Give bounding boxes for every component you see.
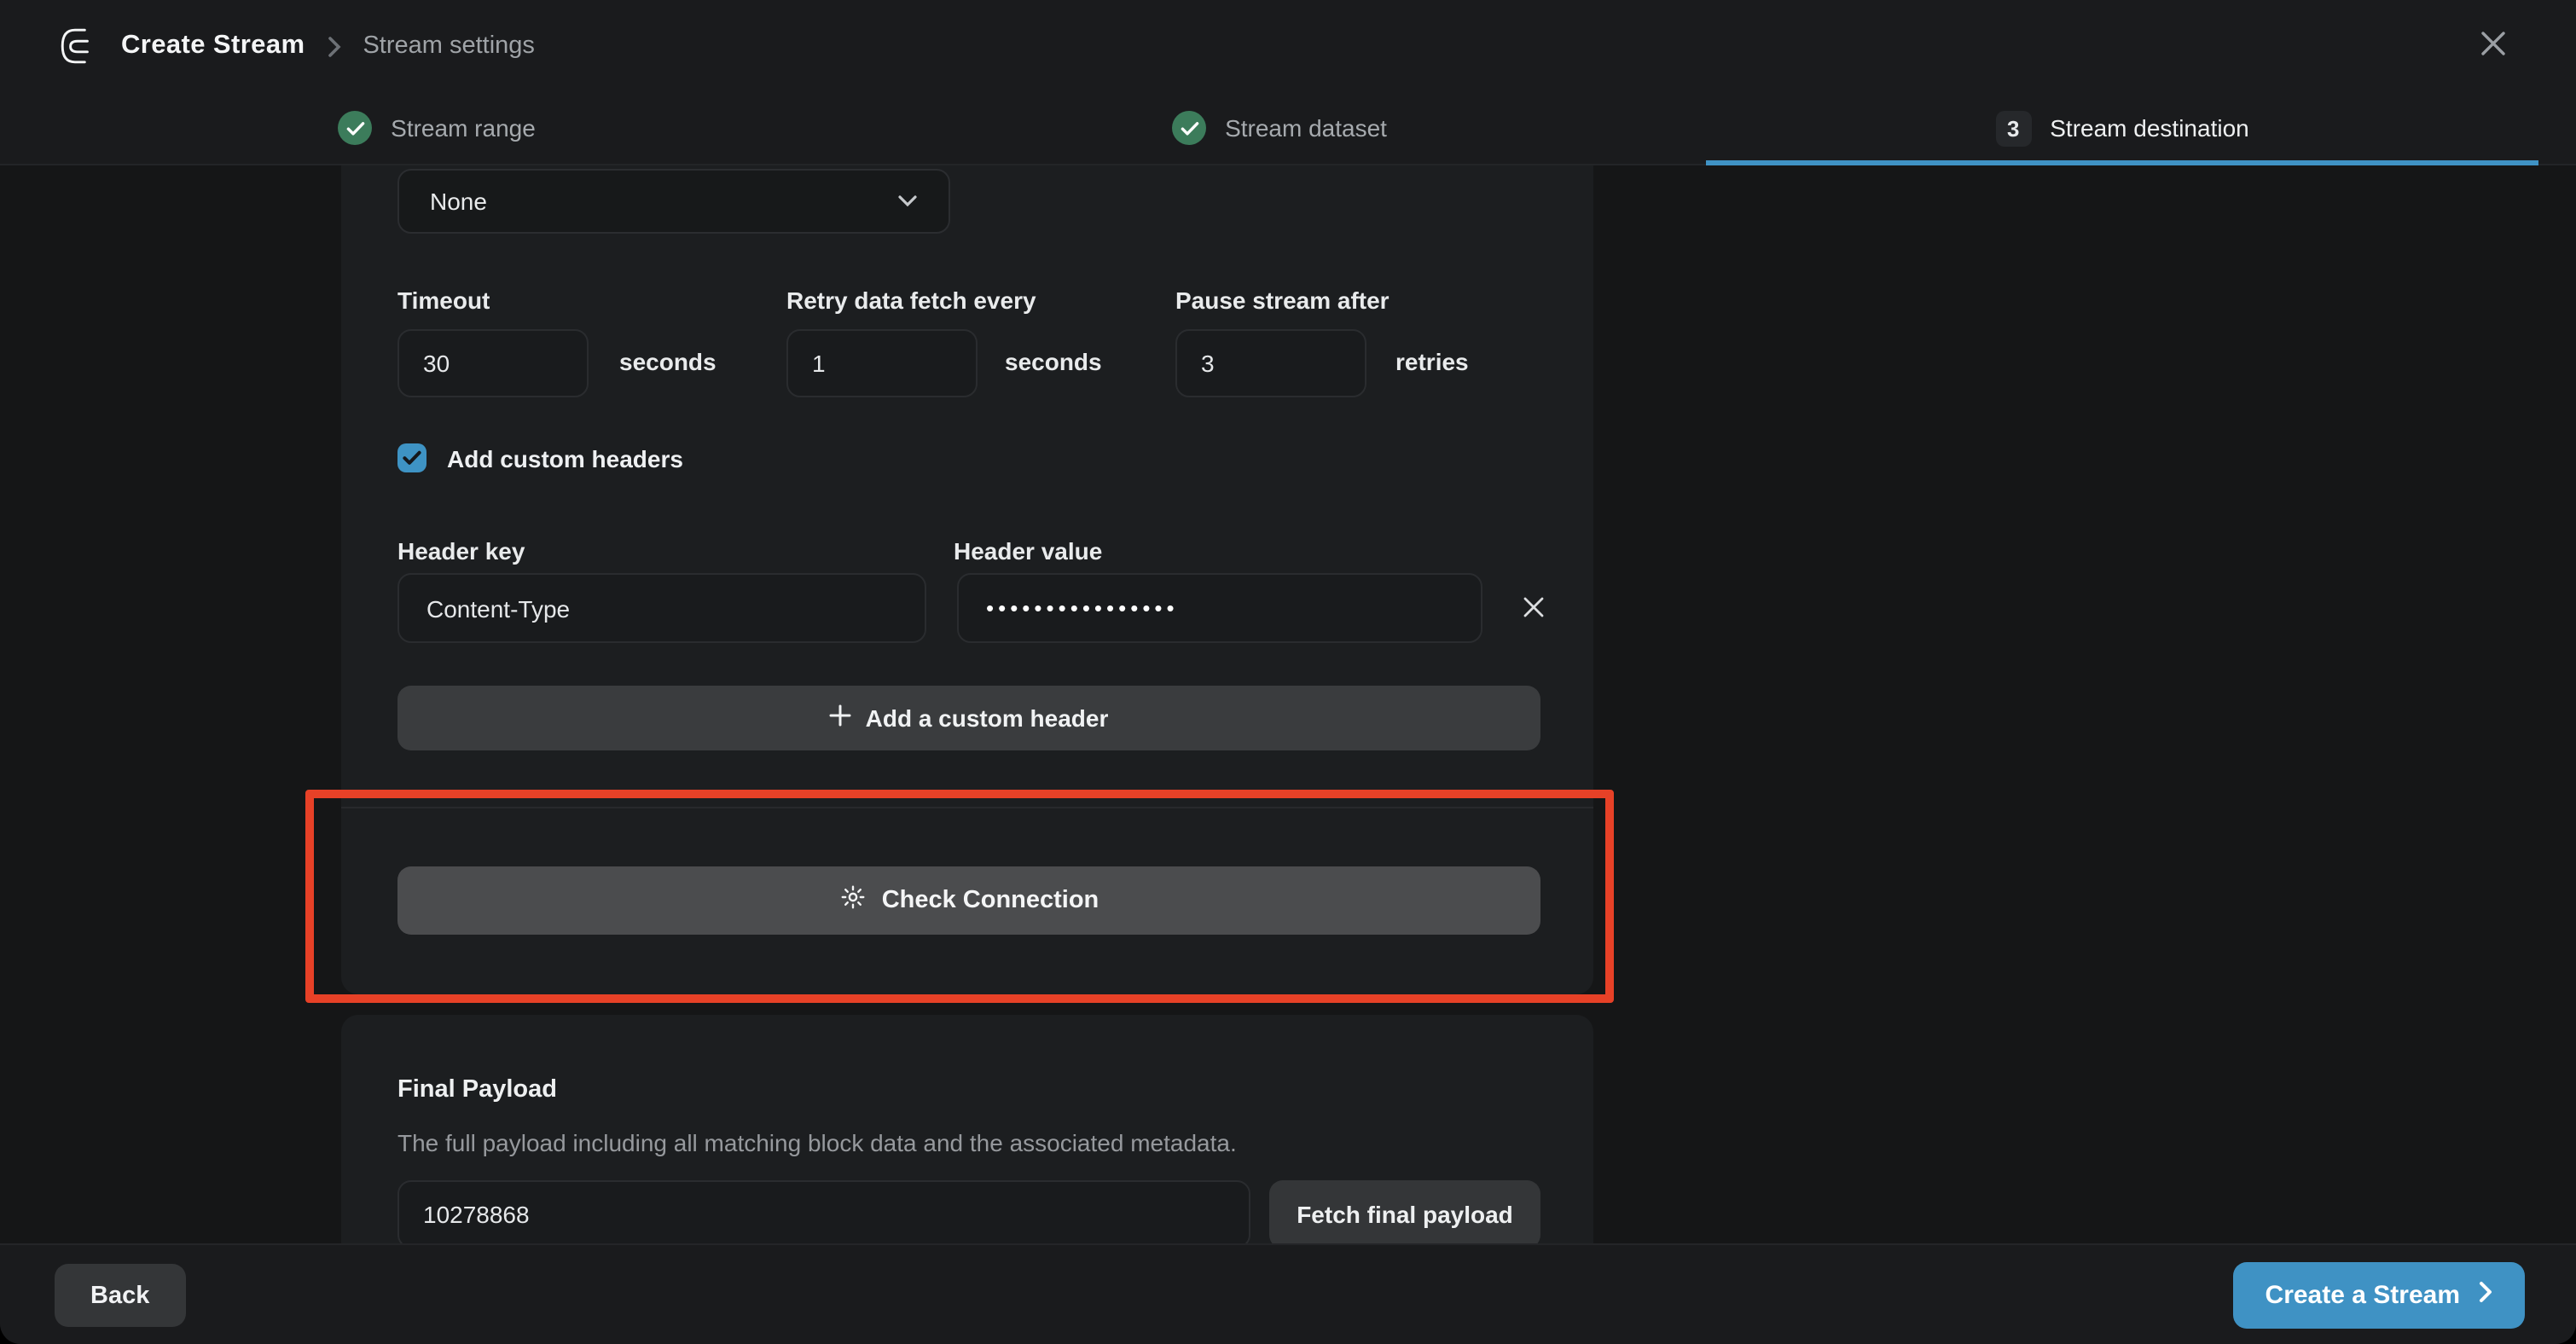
header-key-input[interactable] xyxy=(397,573,926,643)
fetch-final-payload-button[interactable]: Fetch final payload xyxy=(1269,1180,1540,1243)
header-value-input[interactable] xyxy=(957,573,1482,643)
content-area: None Timeout seconds Retry data fetch ev… xyxy=(0,165,2576,1243)
step-stream-range[interactable]: Stream range xyxy=(20,92,853,164)
header-key-label: Header key xyxy=(397,537,525,565)
check-circle-icon xyxy=(338,111,372,145)
timeout-suffix: seconds xyxy=(619,348,717,375)
step-stream-dataset[interactable]: Stream dataset xyxy=(863,92,1696,164)
check-connection-button[interactable]: Check Connection xyxy=(397,866,1540,935)
pause-input[interactable] xyxy=(1175,329,1366,397)
section-divider xyxy=(341,807,1593,808)
checkbox-label: Add custom headers xyxy=(447,444,683,472)
step-label: Stream dataset xyxy=(1225,114,1387,142)
stream-settings-panel: None Timeout seconds Retry data fetch ev… xyxy=(341,165,1593,994)
retry-suffix: seconds xyxy=(1005,348,1102,375)
breadcrumb-chevron-icon xyxy=(327,35,340,57)
check-connection-label: Check Connection xyxy=(882,887,1099,914)
gear-icon xyxy=(839,883,867,918)
pause-label: Pause stream after xyxy=(1175,287,1390,314)
create-stream-button[interactable]: Create a Stream xyxy=(2233,1262,2525,1329)
block-number-input[interactable] xyxy=(397,1180,1250,1243)
compression-select[interactable]: None xyxy=(397,169,950,234)
create-stream-modal: Create Stream Stream settings Stream ran… xyxy=(0,0,2576,1344)
final-payload-description: The full payload including all matching … xyxy=(397,1129,1237,1156)
streams-logo-icon xyxy=(58,26,99,67)
timeout-label: Timeout xyxy=(397,287,490,314)
step-label: Stream range xyxy=(391,114,536,142)
check-circle-icon xyxy=(1172,111,1206,145)
step-label: Stream destination xyxy=(2050,114,2248,142)
close-button[interactable] xyxy=(2472,22,2515,70)
remove-icon xyxy=(1522,595,1546,624)
header-value-label: Header value xyxy=(954,537,1102,565)
breadcrumb: Stream settings xyxy=(363,32,535,60)
titlebar: Create Stream Stream settings xyxy=(0,0,2576,92)
close-icon xyxy=(2479,29,2508,63)
add-custom-header-label: Add a custom header xyxy=(866,704,1109,732)
screen: Create Stream Stream settings Stream ran… xyxy=(0,0,2576,1344)
checkbox-checked-icon xyxy=(397,443,426,472)
back-button[interactable]: Back xyxy=(55,1264,185,1327)
timeout-input[interactable] xyxy=(397,329,589,397)
step-stream-destination[interactable]: 3 Stream destination xyxy=(1706,92,2538,164)
chevron-down-icon xyxy=(897,194,918,208)
final-payload-title: Final Payload xyxy=(397,1076,557,1104)
step-bar: Stream range Stream dataset 3 Stream des… xyxy=(0,92,2576,165)
select-value: None xyxy=(430,188,487,215)
plus-icon xyxy=(830,704,852,732)
footer-bar: Back Create a Stream xyxy=(0,1243,2576,1344)
chevron-right-icon xyxy=(2479,1281,2492,1310)
retry-label: Retry data fetch every xyxy=(786,287,1036,314)
create-stream-label: Create a Stream xyxy=(2266,1281,2460,1310)
page-title: Create Stream xyxy=(121,31,305,61)
retry-input[interactable] xyxy=(786,329,978,397)
step-number-badge: 3 xyxy=(1995,110,2031,146)
add-custom-headers-checkbox[interactable]: Add custom headers xyxy=(397,443,683,472)
remove-header-button[interactable] xyxy=(1518,592,1549,628)
final-payload-panel: Final Payload The full payload including… xyxy=(341,1015,1593,1243)
pause-suffix: retries xyxy=(1395,348,1469,375)
add-custom-header-button[interactable]: Add a custom header xyxy=(397,686,1540,750)
